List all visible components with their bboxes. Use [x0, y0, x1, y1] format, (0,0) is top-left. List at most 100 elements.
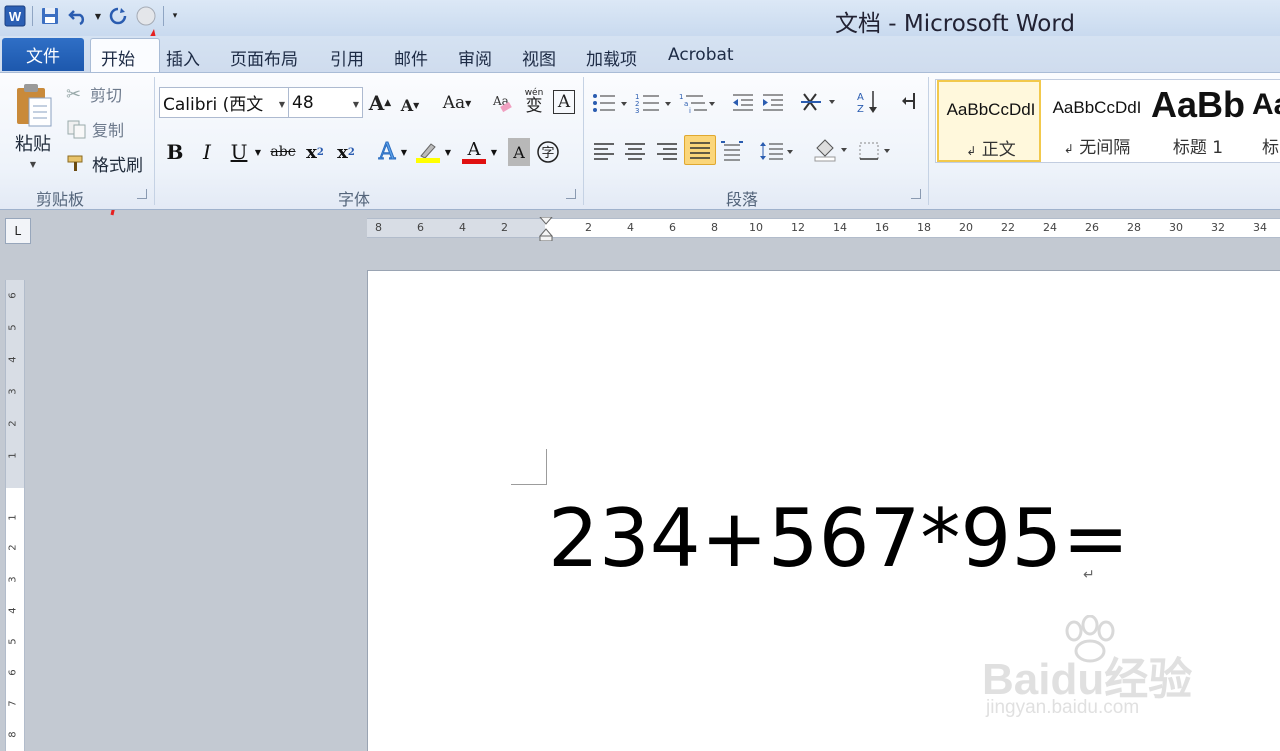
- italic-button[interactable]: I: [194, 138, 220, 166]
- font-launcher-icon[interactable]: [566, 189, 576, 199]
- underline-button[interactable]: U: [226, 138, 252, 166]
- borders-button[interactable]: [857, 137, 895, 165]
- tab-references[interactable]: 引用: [330, 45, 364, 70]
- change-case-button[interactable]: Aa ▼: [438, 90, 476, 116]
- increase-indent-icon: [763, 94, 783, 111]
- ruler-number: 5: [7, 638, 19, 645]
- ruler-number: 2: [501, 221, 508, 234]
- shrink-font-button[interactable]: A ▼: [398, 92, 422, 118]
- ruler-number: 6: [7, 669, 19, 676]
- text-effects-button[interactable]: A: [374, 138, 400, 166]
- tab-mailings[interactable]: 邮件: [394, 45, 428, 70]
- tab-review[interactable]: 审阅: [458, 45, 492, 70]
- phonetic-guide-button[interactable]: wén 变: [520, 86, 548, 118]
- align-right-button[interactable]: [653, 137, 681, 165]
- paragraph-launcher-icon[interactable]: [911, 189, 921, 199]
- tab-insert[interactable]: 插入: [166, 45, 200, 70]
- tab-view[interactable]: 视图: [522, 45, 556, 70]
- decrease-indent-button[interactable]: [730, 90, 756, 116]
- font-size-dropdown-icon[interactable]: ▼: [353, 100, 359, 109]
- character-shading-button[interactable]: A: [508, 138, 530, 166]
- superscript-button[interactable]: x2: [333, 138, 359, 166]
- paste-label: 粘贴: [15, 134, 51, 155]
- tab-acrobat[interactable]: Acrobat: [668, 45, 734, 65]
- paste-icon: [17, 84, 52, 127]
- text-effects-dropdown-icon[interactable]: ▼: [399, 138, 409, 166]
- tab-addins[interactable]: 加载项: [586, 45, 637, 70]
- font-color-dropdown-icon[interactable]: ▼: [489, 138, 499, 166]
- word-app-icon[interactable]: W: [2, 3, 28, 29]
- style-normal[interactable]: AaBbCcDdI ↲ 正文: [937, 80, 1041, 162]
- highlight-button[interactable]: [414, 138, 442, 166]
- enclose-characters-button[interactable]: 字: [536, 138, 560, 166]
- svg-text:a: a: [684, 100, 688, 108]
- ruler-number: 6: [669, 221, 676, 234]
- font-color-button[interactable]: A: [460, 138, 488, 166]
- paste-button[interactable]: 粘贴 ▼: [8, 78, 58, 173]
- strikethrough-button[interactable]: abc: [268, 138, 298, 166]
- vertical-ruler[interactable]: 6 5 4 3 2 1 1 2 3 4 5 6 7 8: [5, 280, 25, 751]
- font-group-label: 字体: [338, 190, 371, 209]
- cut-button[interactable]: ✂ 剪切: [66, 82, 146, 106]
- bold-button[interactable]: B: [162, 138, 188, 166]
- ruler-number: 4: [7, 607, 19, 614]
- phonetic-char: 变: [525, 96, 543, 116]
- highlight-dropdown-icon[interactable]: ▼: [443, 138, 453, 166]
- ruler-number: 1: [7, 514, 19, 521]
- font-size-combo[interactable]: 48 ▼: [288, 87, 363, 118]
- underline-dropdown-icon[interactable]: ▼: [252, 138, 264, 166]
- multilevel-list-button[interactable]: 1ai: [678, 90, 718, 116]
- horizontal-ruler[interactable]: 8 6 4 2 2 4 6 8 10 12 14 16 18 20 22 24 …: [367, 217, 1280, 241]
- tab-stop-selector[interactable]: L: [5, 218, 31, 244]
- ruler-number: 30: [1169, 221, 1183, 234]
- ruler-number: 6: [417, 221, 424, 234]
- clipboard-launcher-icon[interactable]: [137, 189, 147, 199]
- ruler-number: 4: [7, 356, 19, 363]
- character-border-button[interactable]: A: [553, 90, 575, 114]
- format-painter-label: 格式刷: [92, 155, 143, 176]
- ruler-number: 32: [1211, 221, 1225, 234]
- font-name-dropdown-icon[interactable]: ▼: [279, 100, 285, 109]
- line-spacing-button[interactable]: [758, 137, 796, 165]
- copy-button[interactable]: 复制: [66, 117, 146, 141]
- font-name-combo[interactable]: Calibri (西文 ▼: [159, 87, 289, 118]
- svg-text:i: i: [689, 107, 691, 114]
- subscript-button[interactable]: x2: [302, 138, 328, 166]
- document-text[interactable]: 234+567*95=: [548, 499, 1129, 579]
- ruler-number: 1: [7, 452, 19, 459]
- paragraph-mark-icon: ↵: [1083, 567, 1095, 583]
- increase-indent-button[interactable]: [760, 90, 786, 116]
- tab-home[interactable]: 开始: [101, 45, 135, 70]
- tab-page-layout[interactable]: 页面布局: [230, 45, 298, 70]
- align-left-button[interactable]: [590, 137, 618, 165]
- undo-icon[interactable]: [65, 3, 91, 29]
- font-color-bar: [462, 158, 486, 164]
- format-painter-button[interactable]: 格式刷: [66, 151, 150, 176]
- align-center-button[interactable]: [621, 137, 649, 165]
- distributed-button[interactable]: [718, 137, 746, 165]
- sort-icon: AZ: [857, 91, 877, 115]
- indent-marker-icon[interactable]: [539, 217, 553, 241]
- ruler-number: 4: [459, 221, 466, 234]
- style-heading-2[interactable]: Aa 标: [1248, 80, 1280, 162]
- svg-text:A: A: [857, 92, 864, 103]
- justify-button[interactable]: [684, 135, 716, 165]
- chinese-layout-button[interactable]: [800, 88, 840, 116]
- margin-corner-mark: [511, 449, 547, 485]
- chinese-layout-icon: [801, 93, 835, 111]
- bullets-button[interactable]: [590, 90, 630, 116]
- show-paragraph-marks-button[interactable]: [898, 88, 922, 116]
- clear-formatting-button[interactable]: Aa: [490, 88, 516, 116]
- ruler-number: 28: [1127, 221, 1141, 234]
- grow-font-button[interactable]: A ▲: [368, 90, 392, 116]
- style-heading-1[interactable]: AaBb 标题 1: [1146, 80, 1250, 162]
- style-no-spacing[interactable]: AaBbCcDdI ↲ 无间隔: [1045, 80, 1149, 162]
- save-icon[interactable]: [37, 3, 63, 29]
- customize-qat-icon[interactable]: ▾: [168, 3, 182, 29]
- shading-button[interactable]: [812, 135, 850, 165]
- ruler-number: 22: [1001, 221, 1015, 234]
- tab-file[interactable]: 文件: [2, 38, 84, 71]
- numbering-button[interactable]: 123: [634, 90, 674, 116]
- group-separator: [928, 77, 929, 205]
- sort-button[interactable]: AZ: [855, 88, 881, 116]
